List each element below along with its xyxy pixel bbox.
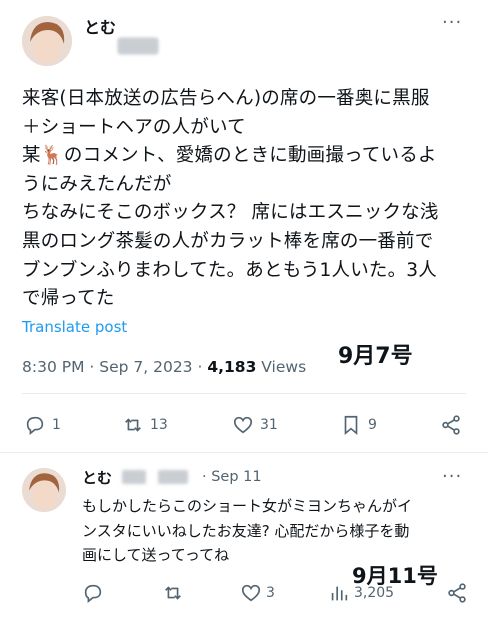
avatar-photo: [22, 16, 72, 66]
post-timestamp[interactable]: 8:30 PM · Sep 7, 2023 · 4,183 Views: [22, 358, 306, 376]
repost-icon: [125, 418, 141, 432]
reply-author-name[interactable]: とむ: [82, 467, 112, 488]
date-annotation-1: 9月7号: [338, 344, 413, 369]
repost-count: 13: [150, 417, 168, 433]
reply-redacted-1: [122, 470, 146, 484]
share-icon: [448, 583, 466, 603]
share-icon: [442, 415, 460, 435]
reply-like-button[interactable]: 3: [240, 582, 275, 604]
post-author-name[interactable]: とむ: [84, 14, 116, 38]
share-button[interactable]: [440, 414, 462, 436]
reply-count: 1: [52, 417, 61, 433]
post-avatar[interactable]: [22, 16, 72, 66]
post-views-label: Views: [256, 358, 307, 376]
reply-reply-button[interactable]: [82, 582, 104, 604]
reply-redacted-2: [158, 470, 188, 484]
post-text: 来客(日本放送の広告らへん)の席の一番奥に黒服 ＋ショートヘアの人がいて 某🦌の…: [22, 88, 439, 310]
divider-top: [22, 393, 466, 394]
reply-date[interactable]: · Sep 11: [202, 469, 262, 485]
reply-text: もしかしたらこのショート女がミヨンちゃんがイ ンスタにいいねしたお友達? 心配だ…: [82, 497, 413, 564]
redacted-handle-2: [118, 38, 158, 54]
like-icon: [233, 416, 253, 434]
reply-icon: [26, 416, 44, 435]
divider-bottom: [0, 452, 488, 453]
translate-post-link[interactable]: Translate post: [22, 318, 127, 336]
reply-share-button[interactable]: [446, 582, 468, 604]
reply-like-count: 3: [266, 585, 275, 601]
reply-repost-button[interactable]: [162, 582, 184, 604]
reply-avatar[interactable]: [22, 468, 66, 512]
views-icon: [331, 586, 348, 601]
reply-more-button[interactable]: ···: [442, 466, 462, 487]
post-views-count: 4,183: [207, 358, 257, 376]
repost-button[interactable]: 13: [122, 414, 168, 436]
like-icon: [241, 584, 261, 602]
reply-icon: [84, 584, 102, 603]
post-more-button[interactable]: ···: [442, 12, 462, 33]
like-button[interactable]: 31: [232, 414, 278, 436]
reply-views-button[interactable]: 3,205: [328, 582, 394, 604]
post-time: 8:30 PM · Sep 7, 2023 ·: [22, 358, 208, 376]
like-count: 31: [260, 417, 278, 433]
reply-views-count: 3,205: [354, 585, 395, 601]
reply-avatar-photo: [22, 468, 66, 512]
reply-button[interactable]: 1: [24, 414, 61, 436]
bookmark-count: 9: [368, 417, 377, 433]
bookmark-icon: [344, 415, 358, 436]
repost-icon: [165, 586, 181, 600]
bookmark-button[interactable]: 9: [340, 414, 377, 436]
